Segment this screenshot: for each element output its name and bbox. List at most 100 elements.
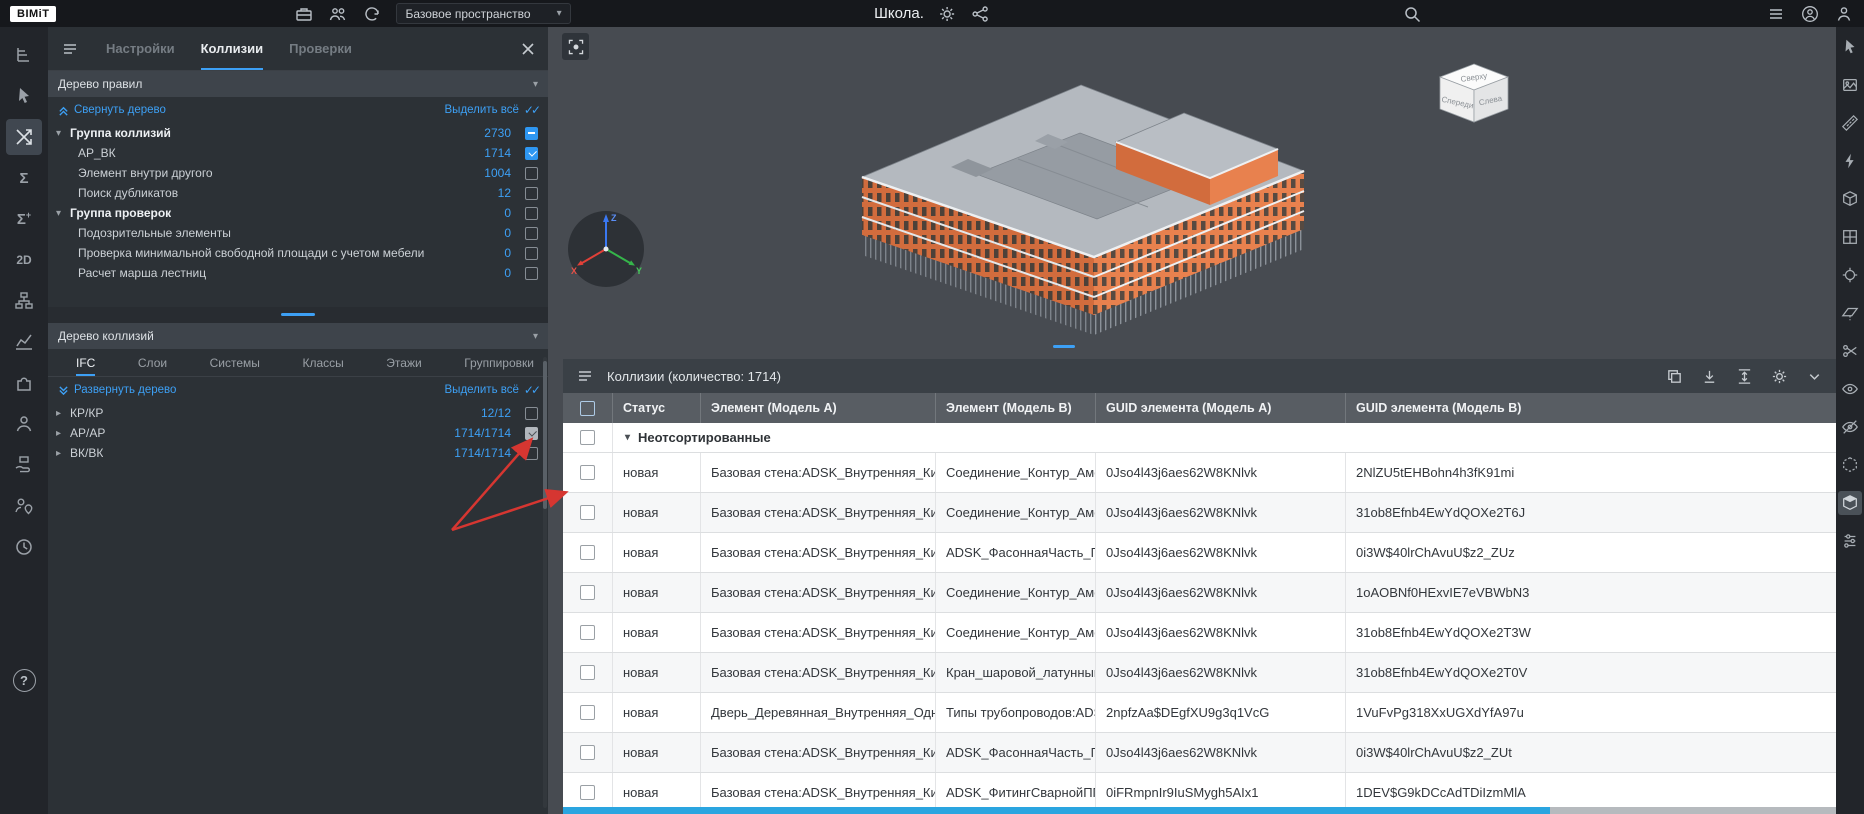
column-guid-b[interactable]: GUID элемента (Модель B) (1346, 393, 1836, 423)
user-icon[interactable] (1834, 4, 1854, 24)
scrollbar-thumb[interactable] (563, 807, 1550, 814)
collision-row[interactable]: новая Базовая стена:ADSK_Внутренняя_Кирп… (563, 653, 1836, 693)
collision-tree-item[interactable]: ▸ ВК/ВК 1714/1714 (48, 443, 548, 463)
rule-item[interactable]: Элемент внутри другого 1004 (48, 163, 548, 183)
caret-down-icon[interactable]: ▾ (56, 128, 70, 139)
app-logo[interactable]: BIMiT (10, 6, 56, 22)
clip-icon[interactable] (1838, 339, 1862, 363)
collision-tree-checkbox[interactable] (525, 447, 538, 460)
collision-tree-checkbox[interactable] (525, 427, 538, 440)
show-icon[interactable] (1838, 377, 1862, 401)
rule-checkbox[interactable] (525, 127, 538, 140)
collision-row[interactable]: новая Базовая стена:ADSK_Внутренняя_Кирп… (563, 613, 1836, 653)
row-checkbox[interactable] (580, 745, 595, 760)
collision-row[interactable]: новая Базовая стена:ADSK_Внутренняя_Кирп… (563, 533, 1836, 573)
caret-right-icon[interactable]: ▸ (56, 448, 70, 459)
team-icon[interactable] (328, 4, 348, 24)
briefcase-icon[interactable] (294, 4, 314, 24)
rule-item[interactable]: Проверка минимальной свободной площади с… (48, 243, 548, 263)
column-guid-a[interactable]: GUID элемента (Модель A) (1096, 393, 1346, 423)
rule-checkbox[interactable] (525, 227, 538, 240)
gauge-icon[interactable] (6, 529, 42, 565)
grid-icon[interactable] (1838, 225, 1862, 249)
panel-scrollbar-thumb[interactable] (543, 361, 547, 509)
navigation-cube[interactable]: Сверху Спереди Слева (1434, 61, 1514, 127)
tab-floors[interactable]: Этажи (386, 349, 421, 376)
menu-icon[interactable] (1766, 4, 1786, 24)
person-icon[interactable] (6, 406, 42, 442)
rule-checkbox[interactable] (525, 187, 538, 200)
row-checkbox[interactable] (580, 585, 595, 600)
row-checkbox[interactable] (580, 505, 595, 520)
tab-settings[interactable]: Настройки (106, 27, 175, 70)
rule-checkbox[interactable] (525, 247, 538, 260)
model-structure-icon[interactable] (6, 37, 42, 73)
person-pin-icon[interactable] (6, 488, 42, 524)
gear-icon[interactable] (937, 4, 957, 24)
rule-item[interactable]: Поиск дубликатов 12 (48, 183, 548, 203)
schema-icon[interactable] (6, 283, 42, 319)
sliders-icon[interactable] (1838, 529, 1862, 553)
section-collision-tree-header[interactable]: Дерево коллизий ▾ (48, 323, 548, 349)
help-button[interactable]: ? (13, 669, 36, 692)
table-horizontal-scrollbar[interactable] (563, 807, 1836, 814)
section-rules-header[interactable]: Дерево правил ▾ (48, 71, 548, 97)
rule-item[interactable]: АР_ВК 1714 (48, 143, 548, 163)
collision-tree-checkbox[interactable] (525, 407, 538, 420)
sum-icon[interactable]: Σ (6, 160, 42, 196)
download-icon[interactable] (1699, 366, 1719, 386)
handover-icon[interactable] (6, 447, 42, 483)
tab-ifc[interactable]: IFC (76, 349, 95, 376)
search-icon[interactable] (1402, 4, 1422, 24)
table-group-row[interactable]: ▾ Неотсортированные (563, 423, 1836, 453)
collision-tree-item[interactable]: ▸ КР/КР 12/12 (48, 403, 548, 423)
plugin-icon[interactable] (6, 365, 42, 401)
caret-right-icon[interactable]: ▸ (56, 408, 70, 419)
collision-tree-item[interactable]: ▸ АР/АР 1714/1714 (48, 423, 548, 443)
isolate-box-icon[interactable] (1838, 491, 1862, 515)
tab-layers[interactable]: Слои (138, 349, 167, 376)
rule-item-group[interactable]: ▾ Группа проверок 0 (48, 203, 548, 223)
group-checkbox[interactable] (580, 430, 595, 445)
collision-row[interactable]: новая Дверь_Деревянная_Внутренняя_Однопо… (563, 693, 1836, 733)
copy-icon[interactable] (1664, 366, 1684, 386)
select-all-rules-button[interactable]: Выделить всё ✓✓ (445, 103, 538, 117)
rule-checkbox[interactable] (525, 207, 538, 220)
2d-icon[interactable]: 2D (6, 242, 42, 278)
frame-icon[interactable] (1838, 73, 1862, 97)
row-checkbox[interactable] (580, 625, 595, 640)
caret-down-icon[interactable]: ▾ (625, 432, 630, 443)
rule-checkbox[interactable] (525, 167, 538, 180)
account-circle-icon[interactable] (1800, 4, 1820, 24)
splitter-grip[interactable] (281, 313, 315, 316)
hide-icon[interactable] (1838, 415, 1862, 439)
measure-icon[interactable] (1838, 111, 1862, 135)
tab-collisions[interactable]: Коллизии (201, 27, 264, 70)
rule-checkbox[interactable] (525, 267, 538, 280)
select-all-checkbox[interactable] (580, 401, 595, 416)
3d-model-school[interactable] (848, 79, 1318, 339)
rule-item[interactable]: Расчет марша лестниц 0 (48, 263, 548, 283)
settings-gear-icon[interactable] (1769, 366, 1789, 386)
rule-checkbox[interactable] (525, 147, 538, 160)
column-element-a[interactable]: Элемент (Модель A) (701, 393, 936, 423)
viewport-resize-grip[interactable] (1053, 345, 1075, 348)
table-menu-icon[interactable] (575, 366, 595, 386)
locate-icon[interactable] (1838, 263, 1862, 287)
share-icon[interactable] (970, 4, 990, 24)
tab-systems[interactable]: Системы (210, 349, 260, 376)
panel-menu-icon[interactable] (60, 39, 80, 59)
caret-down-icon[interactable]: ▾ (56, 208, 70, 219)
row-height-icon[interactable] (1734, 366, 1754, 386)
viewport-3d[interactable]: Сверху Спереди Слева Z X Y (548, 27, 1836, 814)
tab-checks[interactable]: Проверки (289, 27, 352, 70)
sum-plus-icon[interactable]: Σ+ (6, 201, 42, 237)
collision-row[interactable]: новая Базовая стена:ADSK_Внутренняя_Кирп… (563, 573, 1836, 613)
select-all-collisions-button[interactable]: Выделить всё ✓✓ (445, 383, 538, 397)
fit-view-button[interactable] (562, 33, 589, 60)
row-checkbox[interactable] (580, 465, 595, 480)
tab-groupings[interactable]: Группировки (464, 349, 534, 376)
close-icon[interactable] (520, 41, 536, 57)
volume-box-icon[interactable] (1838, 187, 1862, 211)
column-status[interactable]: Статус (613, 393, 701, 423)
